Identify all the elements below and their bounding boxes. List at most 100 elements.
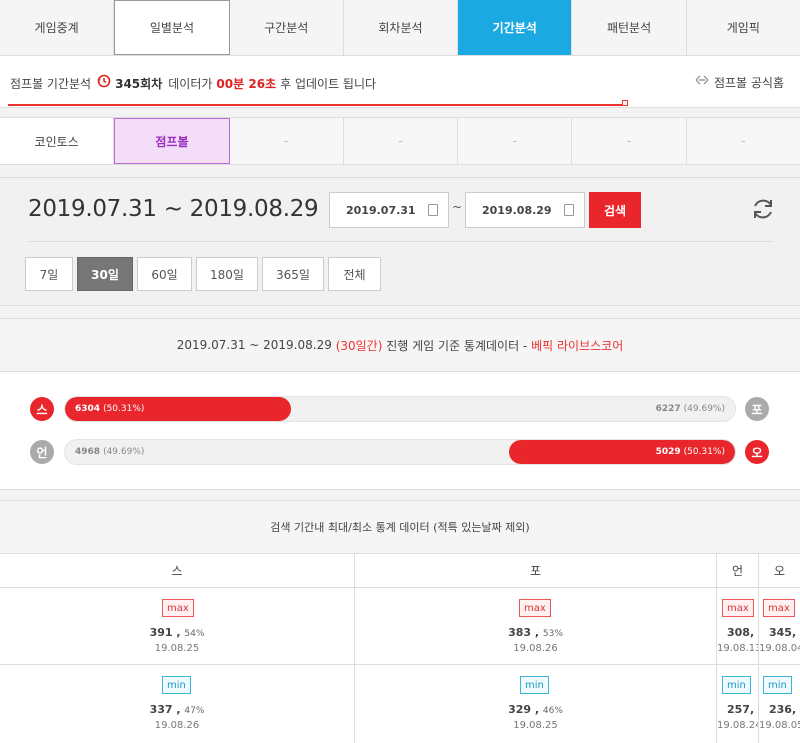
update-mid: 데이터가 [168,76,213,91]
ratio-bar-s-p: 6304 (50.31%) 6227 (49.69%) [64,396,736,422]
max-cell-s: max 391 , 54% 19.08.25 [0,588,355,665]
max-value: 391 , 54% [149,626,205,639]
calendar-icon [564,204,574,216]
min-value: 329 , 46% [508,703,563,716]
subtab-coin-toss[interactable]: 코인토스 [0,118,115,164]
max-min-stats-panel: 검색 기간내 최대/최소 통계 데이터 (적특 있는날짜 제외) 스 포 언 오… [0,500,800,743]
max-value: 345, [769,626,797,639]
max-cell-o: max 345, 19.08.04 [759,588,800,665]
min-value: 257, [727,703,755,716]
history-icon [97,74,111,92]
date-range-panel: 2019.07.31 ~ 2019.08.29 2019.07.31 ~ 201… [0,177,800,306]
refresh-icon[interactable] [750,196,776,222]
tab-period-analysis[interactable]: 기간분석 [458,0,573,55]
jumpball-logo-icon [694,73,710,91]
start-date-field[interactable]: 2019.07.31 [329,192,449,228]
update-prefix: 점프볼 기간분석 [10,76,92,91]
update-bar: 점프볼 기간분석 345회차 데이터가 00분 26초 후 업데이트 됩니다 점… [0,56,800,108]
subtab-empty-4: - [572,118,687,164]
period-365d-button[interactable]: 365일 [262,257,324,291]
min-badge: min [520,676,549,694]
ratio-header: 2019.07.31 ~ 2019.08.29 (30일간) 진행 게임 기준 … [0,319,800,372]
ratio-label-o: 5029 (50.31%) [655,447,725,457]
side-icon-p: 포 [745,397,769,421]
max-cell-p: max 383 , 53% 19.08.26 [355,588,717,665]
search-button[interactable]: 검색 [589,192,641,228]
game-subnav: 코인토스 점프볼 - - - - - [0,117,800,165]
min-date: 19.08.26 [154,720,200,731]
update-text: 점프볼 기간분석 345회차 데이터가 00분 26초 후 업데이트 됩니다 [10,74,376,92]
tab-daily-analysis[interactable]: 일별분석 [114,0,230,55]
min-date: 19.08.05 [759,720,800,731]
stats-title: 검색 기간내 최대/최소 통계 데이터 (적특 있는날짜 제외) [0,501,800,554]
max-date: 19.08.25 [154,643,200,654]
side-icon-o: 오 [745,440,769,464]
calendar-icon [428,204,438,216]
min-value: 236, [769,703,797,716]
tab-section-analysis[interactable]: 구간분석 [230,0,344,55]
subtab-jumpball[interactable]: 점프볼 [114,118,230,164]
max-cell-un: max 308, 19.08.13 [717,588,759,665]
ratio-days: (30일간) [335,338,383,353]
max-badge: max [722,599,754,617]
end-date-field[interactable]: 2019.08.29 [465,192,585,228]
side-icon-s: 스 [30,397,54,421]
ratio-bar-un-o: 4968 (49.69%) 5029 (50.31%) [64,439,736,465]
main-nav: 게임중계 일별분석 구간분석 회차분석 기간분석 패턴분석 게임픽 [0,0,800,56]
tab-game-pick[interactable]: 게임픽 [687,0,800,55]
col-header-s: 스 [0,554,355,588]
col-header-un: 언 [717,554,759,588]
min-cell-s: min 337 , 47% 19.08.26 [0,665,355,743]
min-cell-un: min 257, 19.08.24 [717,665,759,743]
col-header-p: 포 [355,554,717,588]
ratio-source: 베픽 라이브스코어 [531,338,624,353]
max-value: 383 , 53% [508,626,563,639]
update-progress-handle [622,100,628,106]
min-cell-p: min 329 , 46% 19.08.25 [355,665,717,743]
tab-game-broadcast[interactable]: 게임중계 [0,0,115,55]
min-value: 337 , 47% [149,703,205,716]
official-home-link[interactable]: 점프볼 공식홈 [694,73,784,91]
period-7d-button[interactable]: 7일 [25,257,73,291]
min-badge: min [162,676,191,694]
max-date: 19.08.04 [759,643,800,654]
period-30d-button[interactable]: 30일 [77,257,133,291]
ratio-desc: 진행 게임 기준 통계데이터 - [386,338,528,353]
min-badge: min [722,676,751,694]
max-date: 19.08.26 [513,643,558,654]
ratio-label-p: 6227 (49.69%) [655,404,725,414]
subtab-empty-5: - [741,134,746,148]
date-range-title: 2019.07.31 ~ 2019.08.29 [28,196,319,222]
update-suffix: 후 업데이트 됩니다 [280,76,377,91]
max-badge: max [162,599,194,617]
tab-round-analysis[interactable]: 회차분석 [344,0,459,55]
ratio-label-un: 4968 (49.69%) [75,447,145,457]
official-home-label: 점프볼 공식홈 [713,75,784,90]
period-180d-button[interactable]: 180일 [196,257,258,291]
max-badge: max [763,599,795,617]
update-round: 345회차 [115,76,163,91]
subtab-empty-2: - [344,118,459,164]
start-date-value: 2019.07.31 [346,203,416,217]
period-all-button[interactable]: 전체 [328,257,381,291]
min-date: 19.08.25 [513,720,558,731]
update-countdown: 00분 26초 [216,76,277,91]
update-progress-bar [8,104,626,106]
col-header-o: 오 [759,554,800,588]
min-cell-o: min 236, 19.08.05 [759,665,800,743]
max-date: 19.08.13 [717,643,759,654]
max-badge: max [519,599,551,617]
subtab-empty-1: - [230,118,344,164]
ratio-range: 2019.07.31 ~ 2019.08.29 [176,338,332,352]
panel-divider [28,241,774,242]
tab-pattern-analysis[interactable]: 패턴분석 [572,0,687,55]
ratio-label-s: 6304 (50.31%) [75,404,145,414]
ratio-panel: 2019.07.31 ~ 2019.08.29 (30일간) 진행 게임 기준 … [0,318,800,490]
side-icon-un: 언 [30,440,54,464]
end-date-value: 2019.08.29 [482,203,552,217]
max-value: 308, [727,626,755,639]
min-badge: min [763,676,792,694]
date-separator: ~ [452,200,463,214]
period-60d-button[interactable]: 60일 [137,257,192,291]
subtab-empty-3: - [458,118,573,164]
